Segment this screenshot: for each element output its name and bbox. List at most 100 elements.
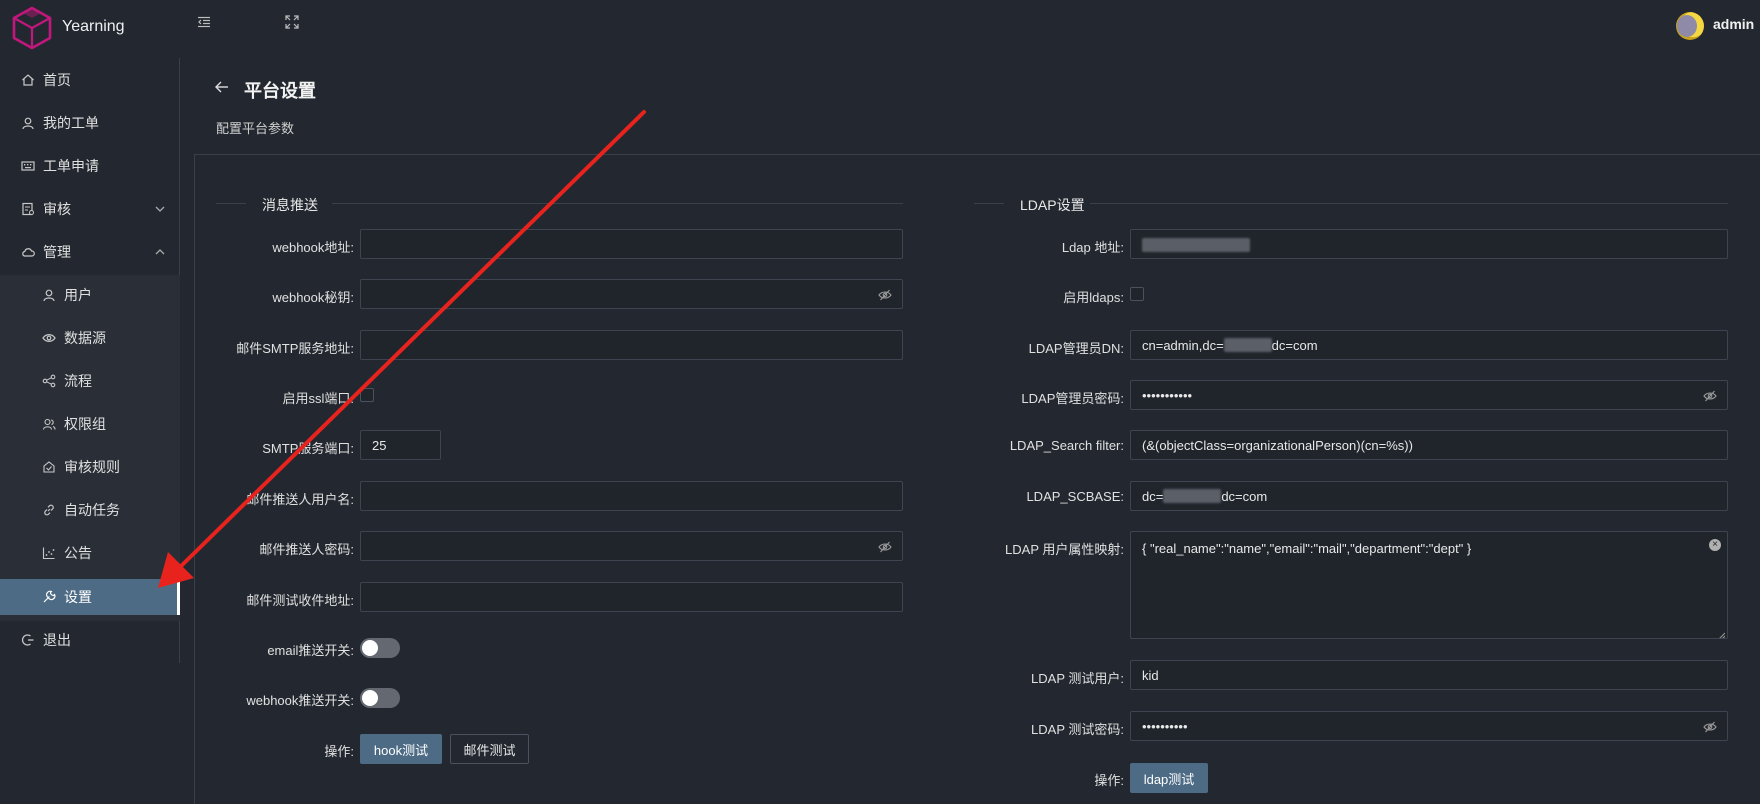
section-title-ldap: LDAP设置	[1020, 197, 1085, 213]
user-name[interactable]: admin	[1713, 16, 1754, 32]
arrow-left-icon[interactable]	[214, 79, 230, 95]
menu-fold-icon[interactable]	[196, 14, 214, 32]
admin-password-label: LDAP管理员密码:	[1021, 391, 1124, 406]
smtp-port-label: SMTP服务端口:	[262, 441, 354, 456]
home-icon	[21, 73, 35, 87]
hook-test-button[interactable]: hook测试	[360, 734, 442, 764]
webhook-secret-input[interactable]	[360, 279, 903, 309]
eye-icon	[42, 331, 56, 345]
mail-test-button[interactable]: 邮件测试	[450, 734, 529, 764]
attr-mapping-label: LDAP 用户属性映射:	[1005, 542, 1124, 557]
audit-icon	[21, 202, 35, 216]
sidebar-item-manage[interactable]: 管理	[0, 234, 180, 270]
input-value: (&(objectClass=organizationalPerson)(cn=…	[1142, 437, 1413, 453]
logout-icon	[21, 633, 35, 647]
section-title-message: 消息推送	[262, 197, 318, 213]
sidebar-item-users[interactable]: 用户	[0, 277, 180, 313]
admin-password-input[interactable]: •••••••••••	[1130, 380, 1728, 410]
sidebar-item-logout[interactable]: 退出	[0, 622, 180, 658]
sidebar-item-my-orders[interactable]: 我的工单	[0, 105, 180, 141]
tool-icon	[42, 590, 56, 604]
smtp-host-label: 邮件SMTP服务地址:	[236, 341, 354, 356]
smtp-host-input[interactable]	[360, 330, 903, 360]
input-value: kid	[1142, 667, 1159, 683]
test-password-label: LDAP 测试密码:	[1031, 722, 1124, 737]
rule-icon	[42, 460, 56, 474]
avatar[interactable]	[1676, 12, 1704, 40]
eye-invisible-icon[interactable]	[1703, 389, 1717, 403]
test-recipient-label: 邮件测试收件地址:	[246, 593, 354, 608]
ssl-checkbox[interactable]	[360, 388, 374, 402]
input-value: dc=	[1142, 488, 1164, 504]
sidebar-item-settings[interactable]: 设置	[0, 579, 180, 615]
chevron-up-icon	[154, 245, 166, 257]
sender-password-input[interactable]	[360, 531, 903, 561]
input-value: { "real_name":"name","email":"mail","dep…	[1142, 541, 1472, 556]
app-name: Yearning	[62, 18, 125, 35]
fullscreen-icon[interactable]	[284, 14, 302, 32]
sidebar-item-label: 审核	[43, 201, 71, 217]
sender-username-label: 邮件推送人用户名:	[246, 492, 354, 507]
sidebar-item-datasource[interactable]: 数据源	[0, 320, 180, 356]
scbase-input[interactable]: dc= dc=com	[1130, 481, 1728, 511]
top-bar: Yearning admin	[0, 0, 1760, 56]
keyboard-icon	[21, 159, 35, 173]
eye-invisible-icon[interactable]	[878, 540, 892, 554]
share-icon	[42, 374, 56, 388]
page-subtitle: 配置平台参数	[216, 121, 295, 136]
eye-invisible-icon[interactable]	[878, 288, 892, 302]
sidebar-item-label: 设置	[64, 589, 92, 605]
sidebar-item-label: 审核规则	[64, 459, 120, 475]
sidebar-item-announcement[interactable]: 公告	[0, 535, 180, 571]
webhook-secret-label: webhook秘钥:	[272, 290, 354, 305]
email-push-switch[interactable]	[360, 638, 400, 658]
webhook-push-switch[interactable]	[360, 688, 400, 708]
chart-icon	[42, 546, 56, 560]
ldap-test-button[interactable]: ldap测试	[1130, 763, 1208, 793]
section-divider	[332, 203, 903, 204]
sidebar-item-flow[interactable]: 流程	[0, 363, 180, 399]
redacted-mask	[1163, 489, 1222, 503]
ldap-url-input[interactable]	[1130, 229, 1728, 259]
section-divider	[974, 203, 1004, 204]
sidebar-item-label: 用户	[64, 287, 92, 303]
sidebar-item-label: 退出	[43, 632, 71, 648]
webhook-url-input[interactable]	[360, 229, 903, 259]
sidebar-item-audit[interactable]: 审核	[0, 191, 180, 227]
test-user-input[interactable]: kid	[1130, 660, 1728, 690]
resize-handle-icon[interactable]	[1717, 628, 1726, 638]
ldap-actions-label: 操作:	[1094, 773, 1124, 788]
sidebar-item-order-apply[interactable]: 工单申请	[0, 148, 180, 184]
yearning-logo	[12, 6, 52, 50]
sidebar-item-audit-rules[interactable]: 审核规则	[0, 449, 180, 485]
sender-username-input[interactable]	[360, 481, 903, 511]
test-password-input[interactable]: ••••••••••	[1130, 711, 1728, 741]
attr-mapping-textarea[interactable]: { "real_name":"name","email":"mail","dep…	[1130, 531, 1728, 639]
smtp-port-input[interactable]: 25	[360, 430, 441, 460]
sidebar-item-permission-group[interactable]: 权限组	[0, 406, 180, 442]
eye-invisible-icon[interactable]	[1703, 720, 1717, 734]
link-icon	[42, 503, 56, 517]
test-user-label: LDAP 测试用户:	[1031, 671, 1124, 686]
input-value: dc=com	[1221, 488, 1268, 504]
cloud-icon	[21, 245, 35, 259]
sidebar-item-auto-task[interactable]: 自动任务	[0, 492, 180, 528]
scbase-label: LDAP_SCBASE:	[1026, 489, 1124, 504]
sidebar-item-label: 我的工单	[43, 115, 99, 131]
sender-password-label: 邮件推送人密码:	[259, 542, 354, 557]
admin-dn-label: LDAP管理员DN:	[1028, 341, 1124, 356]
ldaps-checkbox[interactable]	[1130, 287, 1144, 301]
chevron-down-icon	[154, 202, 166, 214]
clear-icon[interactable]: ×	[1709, 539, 1721, 551]
user-icon	[42, 288, 56, 302]
sidebar-item-label: 工单申请	[43, 158, 99, 174]
sidebar-item-home[interactable]: 首页	[0, 62, 180, 98]
search-filter-input[interactable]: (&(objectClass=organizationalPerson)(cn=…	[1130, 430, 1728, 460]
test-recipient-input[interactable]	[360, 582, 903, 612]
input-value: cn=admin,dc=	[1142, 337, 1224, 353]
section-divider	[216, 203, 246, 204]
usergroup-icon	[42, 417, 56, 431]
sidebar-item-label: 公告	[64, 545, 92, 561]
webhook-url-label: webhook地址:	[272, 240, 354, 255]
admin-dn-input[interactable]: cn=admin,dc= dc=com	[1130, 330, 1728, 360]
